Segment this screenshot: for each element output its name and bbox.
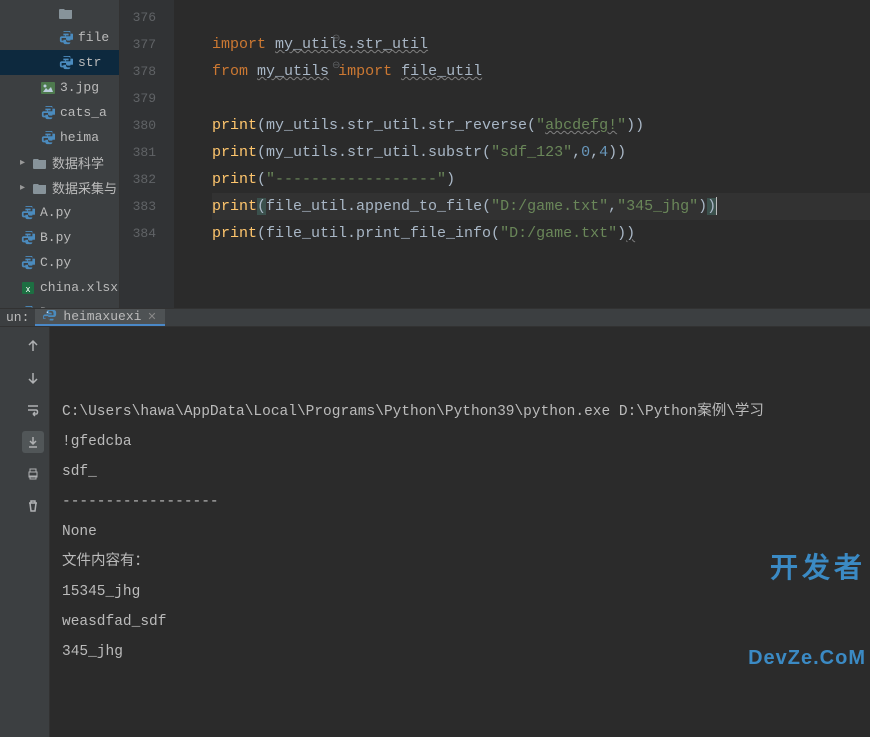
close-icon[interactable]: ✕ — [147, 310, 156, 324]
tree-item-label: cats_a — [60, 105, 107, 120]
py-icon — [40, 130, 56, 146]
line-number[interactable]: 380 — [120, 112, 174, 139]
console-line: 345_jhg — [62, 637, 858, 667]
project-tree[interactable]: file str 3.jpg cats_aheima ▸ 数据科学 ▸ 数据采集与 A.py B.… — [0, 0, 120, 308]
trash-icon[interactable] — [22, 495, 44, 517]
main-area: file str 3.jpg cats_aheima ▸ 数据科学 ▸ 数据采集与 A.py B.… — [0, 0, 870, 308]
console-line: !gfedcba — [62, 427, 858, 457]
code-line[interactable]: print("------------------") — [212, 166, 870, 193]
line-number[interactable]: 378 — [120, 58, 174, 85]
tree-item-label: heima — [60, 130, 99, 145]
run-label: un: — [0, 310, 35, 325]
code-line[interactable]: print(my_utils.str_util.str_reverse("abc… — [212, 112, 870, 139]
console-line: None — [62, 517, 858, 547]
console-line: 文件内容有： — [62, 547, 858, 577]
img-icon — [40, 80, 56, 96]
py-icon — [40, 105, 56, 121]
tree-item[interactable]: file — [0, 25, 119, 50]
run-panel: C:\Users\hawa\AppData\Local\Programs\Pyt… — [0, 327, 870, 737]
line-number[interactable]: 384 — [120, 220, 174, 247]
tree-item-label: 3.jpg — [60, 80, 99, 95]
console-line: ------------------ — [62, 487, 858, 517]
console-line: 15345_jhg — [62, 577, 858, 607]
line-number[interactable]: 379 — [120, 85, 174, 112]
code-line[interactable]: print(file_util.append_to_file("D:/game.… — [212, 193, 870, 220]
tree-item-label: file — [78, 30, 109, 45]
py-icon — [20, 205, 36, 221]
tree-item[interactable]: x china.xlsx — [0, 275, 119, 300]
tree-item[interactable]: str — [0, 50, 119, 75]
code-line[interactable]: import my_utils.str_util — [212, 31, 870, 58]
code-line[interactable]: print(file_util.print_file_info("D:/game… — [212, 220, 870, 247]
tree-item[interactable]: 3.jpg — [0, 75, 119, 100]
code-line[interactable] — [212, 85, 870, 112]
line-number[interactable]: 381 — [120, 139, 174, 166]
console-output[interactable]: C:\Users\hawa\AppData\Local\Programs\Pyt… — [50, 327, 870, 737]
py-icon — [20, 255, 36, 271]
tree-item[interactable]: ▸ 数据科学 — [0, 150, 119, 175]
console-line: weasdfad_sdf — [62, 607, 858, 637]
code-editor[interactable]: ⊖ ⊖ import my_utils.str_utilfrom my_util… — [174, 0, 870, 308]
tree-item-label: B.py — [40, 230, 71, 245]
run-toolbar: un: heimaxuexi ✕ — [0, 308, 870, 327]
folder-icon — [58, 5, 74, 21]
line-number[interactable]: 382 — [120, 166, 174, 193]
editor-gutter: 376377378379380381382383384 — [120, 0, 174, 308]
py-icon — [58, 55, 74, 71]
python-icon — [43, 310, 57, 324]
soft-wrap-icon[interactable] — [22, 399, 44, 421]
code-line[interactable]: print(my_utils.str_util.substr("sdf_123"… — [212, 139, 870, 166]
console-line: C:\Users\hawa\AppData\Local\Programs\Pyt… — [62, 397, 858, 427]
tree-item-label: C.py — [40, 255, 71, 270]
chevron-right-icon[interactable]: ▸ — [20, 182, 32, 194]
chevron-right-icon[interactable]: ▸ — [20, 157, 32, 169]
tree-item-label: 数据采集与 — [52, 178, 117, 197]
run-tab[interactable]: heimaxuexi ✕ — [35, 309, 164, 326]
xls-icon: x — [20, 280, 36, 296]
tree-item-label: A.py — [40, 205, 71, 220]
line-number[interactable]: 383 — [120, 193, 174, 220]
fold-icon[interactable]: ⊖ — [332, 33, 340, 45]
tree-item-label: 数据科学 — [52, 153, 104, 172]
line-number[interactable]: 377 — [120, 31, 174, 58]
tree-item[interactable]: A.py — [0, 200, 119, 225]
folder-icon — [32, 180, 48, 196]
tree-item[interactable]: B.py — [0, 225, 119, 250]
tree-item[interactable]: D.py — [0, 300, 119, 308]
folder-icon — [32, 155, 48, 171]
tree-item[interactable]: cats_a — [0, 100, 119, 125]
run-tab-label: heimaxuexi — [63, 309, 141, 324]
tree-item[interactable]: C.py — [0, 250, 119, 275]
print-icon[interactable] — [22, 463, 44, 485]
down-arrow-icon[interactable] — [22, 367, 44, 389]
tree-item[interactable]: heima — [0, 125, 119, 150]
tree-item-label: china.xlsx — [40, 280, 118, 295]
code-line[interactable]: from my_utils import file_util — [212, 58, 870, 85]
line-number[interactable]: 376 — [120, 4, 174, 31]
tree-item-label: str — [78, 55, 101, 70]
caret — [716, 197, 717, 215]
code-line[interactable] — [212, 4, 870, 31]
scroll-to-end-icon[interactable] — [22, 431, 44, 453]
svg-text:x: x — [26, 284, 31, 294]
fold-icon[interactable]: ⊖ — [332, 60, 340, 72]
run-tool-strip — [0, 327, 50, 737]
py-icon — [58, 30, 74, 46]
console-line: sdf_ — [62, 457, 858, 487]
py-icon — [20, 230, 36, 246]
tree-item[interactable] — [0, 0, 119, 25]
up-arrow-icon[interactable] — [22, 335, 44, 357]
tree-item[interactable]: ▸ 数据采集与 — [0, 175, 119, 200]
